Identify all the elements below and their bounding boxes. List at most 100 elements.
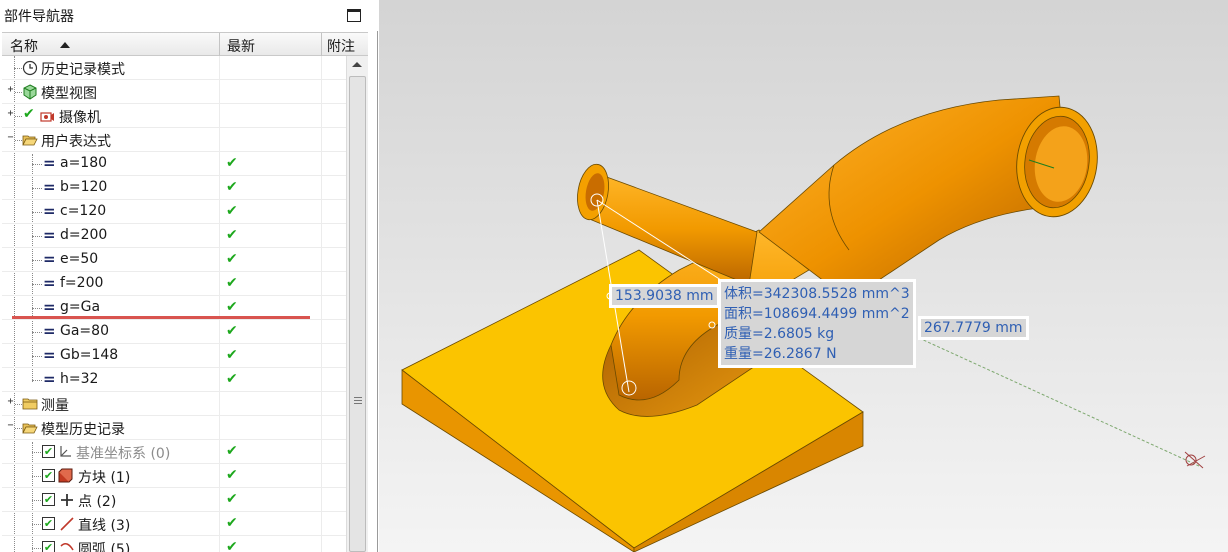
tree-item-label: 用户表达式 xyxy=(41,134,111,150)
tree-item-measurements[interactable]: + 测量 xyxy=(2,392,346,416)
expression-row[interactable]: = a=180 ✔ xyxy=(2,152,346,176)
expression-icon: = xyxy=(43,298,56,316)
tree-item-model-history[interactable]: − 模型历史记录 xyxy=(2,416,346,440)
expression-icon: = xyxy=(43,226,56,244)
column-latest-header[interactable]: 最新 xyxy=(227,36,255,56)
expression-icon: = xyxy=(43,178,56,196)
expression-icon: = xyxy=(43,154,56,172)
feature-row-datum-csys[interactable]: ✔ 基准坐标系 (0) ✔ xyxy=(2,440,346,464)
expression-icon: = xyxy=(43,250,56,268)
expression-row[interactable]: = c=120 ✔ xyxy=(2,200,346,224)
scroll-grip-icon xyxy=(354,397,362,404)
latest-check-icon: ✔ xyxy=(226,323,238,339)
vertical-scrollbar[interactable] xyxy=(346,56,368,552)
volume-readout: 体积=342308.5528 mm^3 xyxy=(724,286,910,302)
expand-plus-icon[interactable]: + xyxy=(6,85,15,95)
expand-plus-icon[interactable]: + xyxy=(6,397,15,407)
expression-label: b=120 xyxy=(60,179,108,195)
expression-row[interactable]: = f=200 ✔ xyxy=(2,272,346,296)
expression-label: h=32 xyxy=(60,371,99,387)
point-icon xyxy=(61,494,73,506)
tree-item-label: 摄像机 xyxy=(59,110,101,126)
expression-row[interactable]: = Gb=148 ✔ xyxy=(2,344,346,368)
tree-item-cameras[interactable]: + ✔ 摄像机 xyxy=(2,104,346,128)
feature-row-line[interactable]: ✔ 直线 (3) ✔ xyxy=(2,512,346,536)
feature-checkbox[interactable]: ✔ xyxy=(42,445,55,458)
datum-csys-icon xyxy=(60,446,71,457)
collapse-minus-icon[interactable]: − xyxy=(6,421,15,431)
expression-label: a=180 xyxy=(60,155,108,171)
latest-check-icon: ✔ xyxy=(226,203,238,219)
latest-check-icon: ✔ xyxy=(226,299,238,315)
feature-row-point[interactable]: ✔ 点 (2) ✔ xyxy=(2,488,346,512)
latest-check-icon: ✔ xyxy=(226,491,238,507)
dimension-label-left[interactable]: 153.9038 mm xyxy=(609,284,720,308)
folder-open-icon xyxy=(22,423,38,434)
latest-check-icon: ✔ xyxy=(226,251,238,267)
expression-icon: = xyxy=(43,346,56,364)
feature-row-block[interactable]: ✔ 方块 (1) ✔ xyxy=(2,464,346,488)
expression-row[interactable]: = b=120 ✔ xyxy=(2,176,346,200)
expression-row[interactable]: = d=200 ✔ xyxy=(2,224,346,248)
folder-icon xyxy=(22,398,38,410)
tree-item-label: 历史记录模式 xyxy=(41,62,125,78)
scroll-up-arrow-icon[interactable] xyxy=(352,62,362,67)
latest-check-icon: ✔ xyxy=(226,371,238,387)
expression-label: Gb=148 xyxy=(60,347,119,363)
expression-row[interactable]: = e=50 ✔ xyxy=(2,248,346,272)
expression-icon: = xyxy=(43,370,56,388)
graphics-viewport[interactable]: 153.9038 mm 体积=342308.5528 mm^3 面积=10869… xyxy=(379,0,1228,552)
expression-icon: = xyxy=(43,322,56,340)
arc-icon xyxy=(60,542,74,551)
feature-checkbox[interactable]: ✔ xyxy=(42,517,55,530)
tree-item-label: 模型视图 xyxy=(41,86,97,102)
latest-check-icon: ✔ xyxy=(226,275,238,291)
expression-row[interactable]: = h=32 ✔ xyxy=(2,368,346,392)
expression-icon: = xyxy=(43,202,56,220)
expression-label: g=Ga xyxy=(60,299,101,315)
camera-icon xyxy=(40,112,54,122)
feature-label: 方块 (1) xyxy=(78,470,131,486)
model-3d[interactable] xyxy=(379,0,1228,552)
tree-item-user-expressions[interactable]: − 用户表达式 xyxy=(2,128,346,152)
latest-check-icon: ✔ xyxy=(226,467,238,483)
expression-label: e=50 xyxy=(60,251,99,267)
latest-check-icon: ✔ xyxy=(226,347,238,363)
expand-plus-icon[interactable]: + xyxy=(6,109,15,119)
block-icon xyxy=(58,468,73,483)
sort-ascending-icon[interactable] xyxy=(60,42,70,48)
latest-check-icon: ✔ xyxy=(226,227,238,243)
mass-properties-box[interactable]: 体积=342308.5528 mm^3 面积=108694.4499 mm^2 … xyxy=(718,279,916,368)
expression-row[interactable]: = Ga=80 ✔ xyxy=(2,320,346,344)
expression-label: d=200 xyxy=(60,227,108,243)
column-name-header[interactable]: 名称 xyxy=(10,36,38,56)
tree-item-model-views[interactable]: + 模型视图 xyxy=(2,80,346,104)
expression-label: f=200 xyxy=(60,275,104,291)
feature-checkbox[interactable]: ✔ xyxy=(42,541,55,552)
feature-checkbox[interactable]: ✔ xyxy=(42,469,55,482)
pipe-bend-section[interactable] xyxy=(758,95,1104,301)
weight-readout: 重量=26.2867 N xyxy=(724,346,837,362)
line-icon xyxy=(60,517,74,531)
latest-check-icon: ✔ xyxy=(226,179,238,195)
latest-check-icon: ✔ xyxy=(226,155,238,171)
column-note-header[interactable]: 附注 xyxy=(327,36,355,56)
latest-check-icon: ✔ xyxy=(226,515,238,531)
panel-title-bar: 部件导航器 xyxy=(0,0,378,31)
scrollbar-thumb[interactable] xyxy=(349,76,366,552)
feature-label: 直线 (3) xyxy=(78,518,131,534)
tree-item-history-mode[interactable]: 历史记录模式 xyxy=(2,56,346,80)
feature-checkbox[interactable]: ✔ xyxy=(42,493,55,506)
feature-label: 圆弧 (5) xyxy=(78,542,131,552)
navigator-tree: 历史记录模式 + 模型视图 + ✔ 摄像机 − 用户表达式 = a=180 ✔ … xyxy=(2,56,346,552)
feature-label: 基准坐标系 (0) xyxy=(76,446,171,462)
tree-item-label: 测量 xyxy=(41,398,69,414)
collapse-minus-icon[interactable]: − xyxy=(6,133,15,143)
feature-row-arc[interactable]: ✔ 圆弧 (5) ✔ xyxy=(2,536,346,552)
mass-readout: 质量=2.6805 kg xyxy=(724,326,835,342)
measurement-line-right xyxy=(918,337,1206,469)
visible-check-icon[interactable]: ✔ xyxy=(23,106,35,122)
dimension-label-right[interactable]: 267.7779 mm xyxy=(918,316,1029,340)
maximize-icon[interactable] xyxy=(347,9,361,22)
panel-title: 部件导航器 xyxy=(4,9,74,25)
